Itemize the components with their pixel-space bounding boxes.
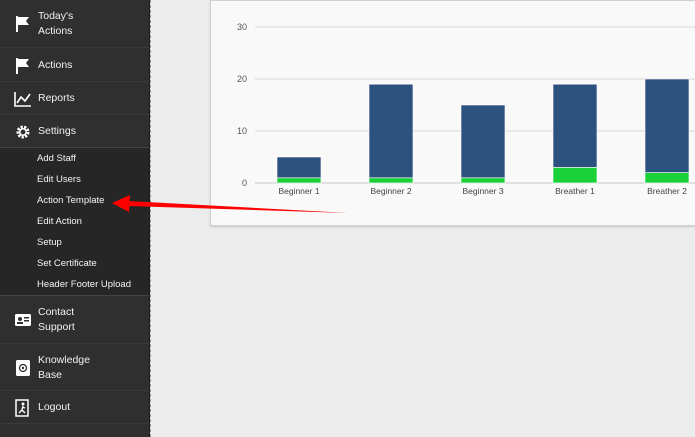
x-tick-label: Breather 2 xyxy=(647,186,687,196)
exit-icon xyxy=(12,398,34,417)
bar-segment xyxy=(276,177,322,184)
knowledge-base-icon xyxy=(12,359,34,377)
bar-segment xyxy=(368,83,414,179)
bar-segment xyxy=(552,167,598,184)
x-tick-label: Breather 1 xyxy=(555,186,595,196)
sidebar-item-label: Today's Actions xyxy=(38,9,74,37)
sidebar: Today's Actions Actions Reports Settings… xyxy=(0,0,150,437)
bar-segment xyxy=(644,78,690,173)
line-chart-icon xyxy=(12,90,34,108)
submenu-item-edit-action[interactable]: Edit Action xyxy=(37,216,82,227)
sidebar-item-label: Knowledge Base xyxy=(38,353,90,381)
submenu-item-header-footer-upload[interactable]: Header Footer Upload xyxy=(37,279,131,290)
submenu-item-edit-users[interactable]: Edit Users xyxy=(37,174,81,185)
x-tick-label: Beginner 1 xyxy=(278,186,319,196)
submenu-item-set-certificate[interactable]: Set Certificate xyxy=(37,258,97,269)
sidebar-item-reports[interactable]: Reports xyxy=(0,83,149,115)
sidebar-item-label: Logout xyxy=(38,401,71,413)
stacked-bar-chart: 0 10 20 30 Beginner 1 Beginner 2 Beginner 3 Bre… xyxy=(237,22,695,196)
flag-icon xyxy=(12,15,34,33)
sidebar-item-actions[interactable]: Actions xyxy=(0,50,149,82)
gear-icon xyxy=(12,123,34,141)
sidebar-item-label: Contact Support xyxy=(38,305,75,333)
contact-card-icon xyxy=(12,311,34,329)
y-tick-label: 0 xyxy=(242,178,247,188)
bar-segment xyxy=(368,177,414,184)
sidebar-item-settings[interactable]: Settings xyxy=(0,116,149,147)
settings-submenu: Add Staff Edit Users Action Template Edi… xyxy=(0,147,149,296)
x-tick-label: Beginner 3 xyxy=(462,186,503,196)
bar-segment xyxy=(460,177,506,184)
submenu-item-setup[interactable]: Setup xyxy=(37,237,62,248)
chart-panel: 0 10 20 30 Beginner 1 Beginner 2 Beginner 3 Bre… xyxy=(210,0,695,226)
sidebar-item-label: Settings xyxy=(38,125,76,137)
y-tick-label: 20 xyxy=(237,74,247,84)
x-tick-label: Beginner 2 xyxy=(370,186,411,196)
bar-segment xyxy=(460,104,506,179)
sidebar-item-logout[interactable]: Logout xyxy=(0,392,149,424)
submenu-item-action-template[interactable]: Action Template xyxy=(37,195,104,206)
sidebar-item-knowledge-base[interactable]: Knowledge Base xyxy=(0,345,149,391)
submenu-item-add-staff[interactable]: Add Staff xyxy=(37,153,76,164)
bar-segment xyxy=(552,83,598,168)
sidebar-item-todays-actions[interactable]: Today's Actions xyxy=(0,0,149,48)
sidebar-item-label: Reports xyxy=(38,92,75,104)
sidebar-item-contact-support[interactable]: Contact Support xyxy=(0,296,149,344)
y-tick-label: 30 xyxy=(237,22,247,32)
sidebar-item-label: Actions xyxy=(38,59,73,71)
flag-icon xyxy=(12,57,34,75)
bar-segment xyxy=(276,156,322,179)
sidebar-divider xyxy=(150,0,151,437)
bar-segment xyxy=(644,172,690,184)
y-tick-label: 10 xyxy=(237,126,247,136)
